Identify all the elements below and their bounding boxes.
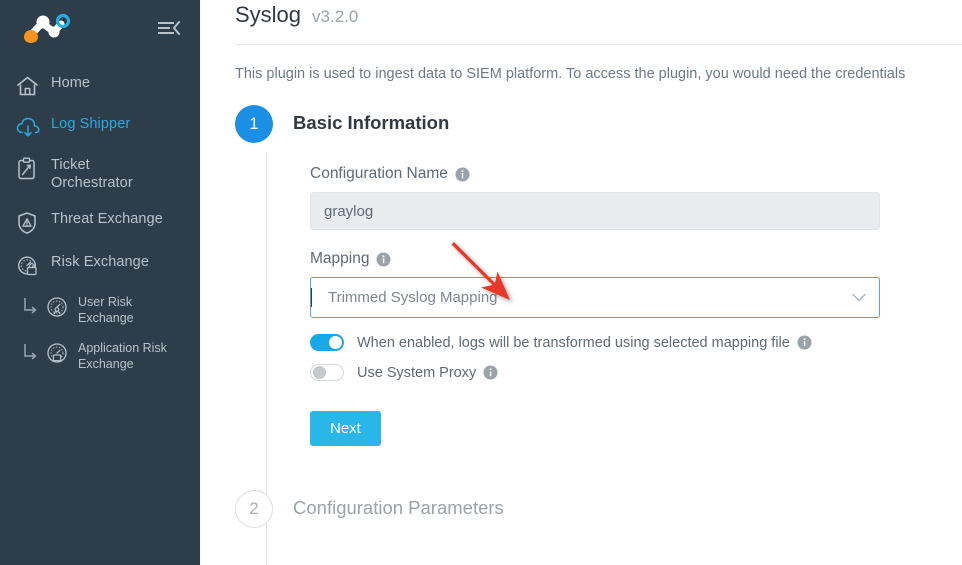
info-icon[interactable] xyxy=(797,335,812,350)
mapping-select[interactable]: Trimmed Syslog Mapping xyxy=(310,277,880,318)
toggle-knob xyxy=(313,366,326,379)
title-row: Syslog v3.2.0 xyxy=(235,0,962,44)
netskope-cloud-exchange-logo[interactable] xyxy=(14,10,76,46)
transform-logs-label: When enabled, logs will be transformed u… xyxy=(357,335,812,351)
home-icon xyxy=(16,74,46,97)
mapping-label: Mapping xyxy=(310,250,962,268)
sidebar-item-label: Ticket Orchestrator xyxy=(51,157,133,191)
risk-gauge-lock-icon xyxy=(16,253,46,278)
transform-logs-toggle-row: When enabled, logs will be transformed u… xyxy=(310,334,962,351)
application-risk-icon xyxy=(42,340,72,365)
sidebar-header xyxy=(0,0,200,55)
configuration-stepper: 1 Basic Information Configuration Name g… xyxy=(200,105,962,565)
step-basic-information: 1 Basic Information xyxy=(235,105,962,143)
use-system-proxy-toggle-row: Use System Proxy xyxy=(310,364,962,381)
text-cursor xyxy=(311,288,312,307)
sidebar-item-label: Log Shipper xyxy=(51,116,131,132)
sidebar-item-label: Threat Exchange xyxy=(51,211,163,227)
info-icon[interactable] xyxy=(483,365,498,380)
step-1-body: Configuration Name graylog Mapping Trimm… xyxy=(235,143,962,446)
use-system-proxy-label-text: Use System Proxy xyxy=(357,364,477,381)
page-title: Syslog xyxy=(235,2,302,27)
transform-logs-label-text: When enabled, logs will be transformed u… xyxy=(357,334,790,351)
configuration-name-input[interactable]: graylog xyxy=(310,192,880,230)
plugin-version: v3.2.0 xyxy=(312,7,359,26)
step-1-badge[interactable]: 1 xyxy=(235,105,273,143)
app-root: Home Log Shipper Ticket Orchestrator Thr… xyxy=(0,0,962,565)
sidebar-item-label: Home xyxy=(51,75,91,91)
collapse-sidebar-icon[interactable] xyxy=(156,17,182,39)
info-icon[interactable] xyxy=(455,167,470,182)
next-button[interactable]: Next xyxy=(310,411,381,446)
sidebar-subitem-label: User Risk Exchange xyxy=(78,295,134,325)
sidebar-subitem-label: Application Risk Exchange xyxy=(78,341,167,371)
toggle-knob xyxy=(329,336,342,349)
cloud-upload-icon xyxy=(16,115,46,138)
use-system-proxy-label: Use System Proxy xyxy=(357,365,498,381)
user-risk-icon xyxy=(42,294,72,319)
configuration-name-label-text: Configuration Name xyxy=(310,165,448,182)
step-1-title: Basic Information xyxy=(293,112,450,133)
tree-elbow-icon xyxy=(22,340,42,369)
configuration-name-label: Configuration Name xyxy=(310,165,962,183)
sidebar-item-label: Risk Exchange xyxy=(51,254,150,270)
shield-alert-icon xyxy=(16,210,46,235)
sidebar-item-home[interactable]: Home xyxy=(0,65,200,106)
step-2-title: Configuration Parameters xyxy=(293,497,504,518)
configuration-name-value: graylog xyxy=(324,202,374,220)
sidebar-subitem-user-risk-exchange[interactable]: User Risk Exchange xyxy=(0,287,200,333)
info-icon[interactable] xyxy=(376,252,391,267)
sidebar-subitem-application-risk-exchange[interactable]: Application Risk Exchange xyxy=(0,333,200,379)
sidebar: Home Log Shipper Ticket Orchestrator Thr… xyxy=(0,0,200,565)
tree-elbow-icon xyxy=(22,294,42,323)
use-system-proxy-toggle[interactable] xyxy=(310,364,344,381)
page-header: Syslog v3.2.0 xyxy=(200,0,962,44)
chevron-down-icon[interactable] xyxy=(852,289,866,307)
main-content: Syslog v3.2.0 This plugin is used to ing… xyxy=(200,0,962,565)
sidebar-item-ticket-orchestrator[interactable]: Ticket Orchestrator xyxy=(0,147,200,201)
transform-logs-toggle[interactable] xyxy=(310,334,344,351)
sidebar-item-risk-exchange[interactable]: Risk Exchange xyxy=(0,244,200,287)
mapping-label-text: Mapping xyxy=(310,250,370,267)
step-2-badge[interactable]: 2 xyxy=(235,490,273,528)
sidebar-item-threat-exchange[interactable]: Threat Exchange xyxy=(0,201,200,244)
sidebar-item-log-shipper[interactable]: Log Shipper xyxy=(0,106,200,147)
sidebar-nav: Home Log Shipper Ticket Orchestrator Thr… xyxy=(0,55,200,379)
step-configuration-parameters: 2 Configuration Parameters xyxy=(235,490,962,528)
plugin-description: This plugin is used to ingest data to SI… xyxy=(235,66,906,82)
mapping-selected-value: Trimmed Syslog Mapping xyxy=(328,289,498,306)
clipboard-pen-icon xyxy=(16,156,46,181)
